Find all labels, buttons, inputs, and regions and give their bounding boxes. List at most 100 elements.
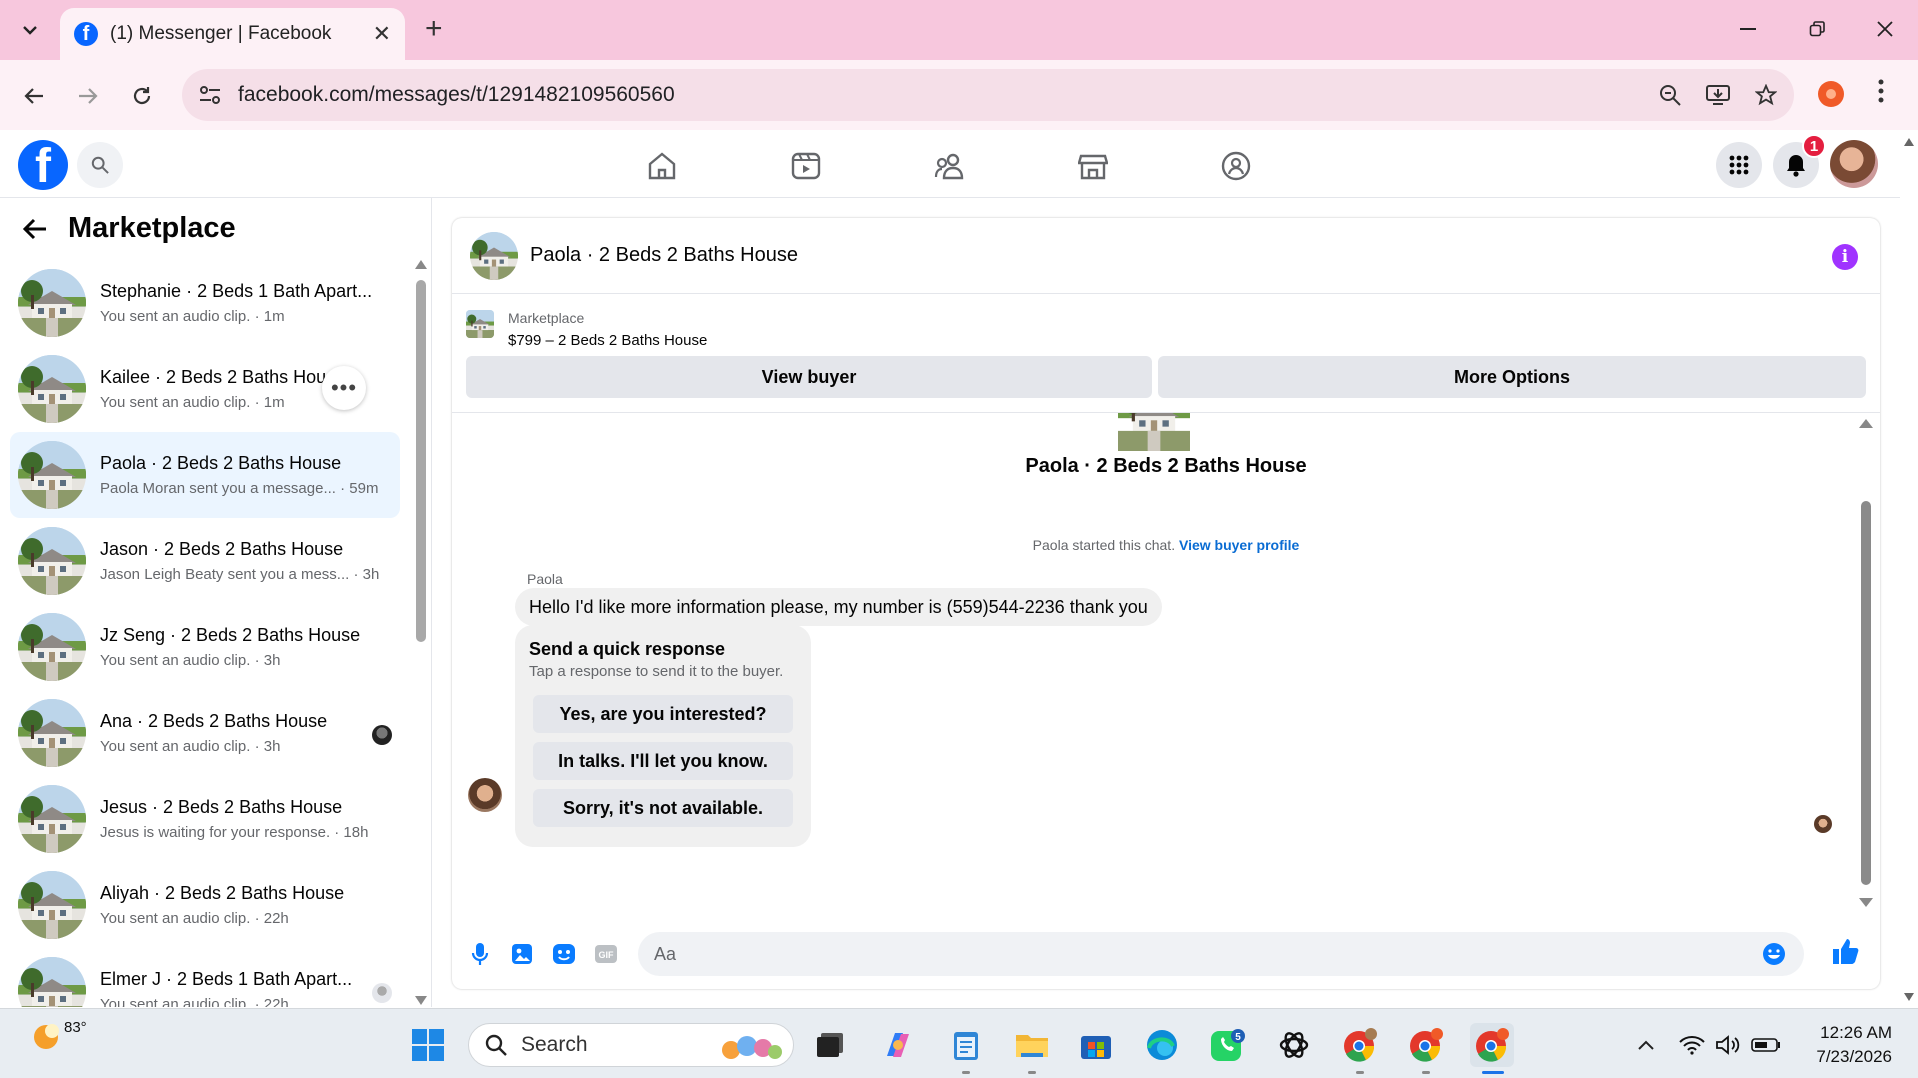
conversation-item[interactable]: Jason · 2 Beds 2 Baths House Jason Leigh … — [10, 518, 400, 604]
browser-menu-button[interactable] — [1878, 78, 1884, 104]
url-text[interactable]: facebook.com/messages/t/1291482109560560 — [238, 83, 1650, 107]
taskbar-search-placeholder: Search — [521, 1033, 588, 1056]
nav-groups[interactable] — [1214, 144, 1258, 188]
seen-avatar — [372, 725, 392, 745]
more-options-button[interactable]: More Options — [1158, 356, 1866, 398]
conversation-name: Stephanie · 2 Beds 1 Bath Apart... — [100, 281, 373, 301]
svg-text:GIF: GIF — [599, 950, 615, 960]
listing-banner[interactable]: Marketplace $799 – 2 Beds 2 Baths House — [466, 310, 707, 349]
info-icon[interactable]: i — [1832, 244, 1858, 270]
zoom-button[interactable] — [1650, 75, 1690, 115]
start-button[interactable] — [406, 1023, 450, 1067]
thread-scrollbar[interactable] — [1856, 413, 1876, 916]
menu-button[interactable] — [1716, 142, 1762, 188]
restore-button[interactable] — [1802, 14, 1832, 44]
microphone-icon — [471, 943, 489, 965]
browser-tab[interactable]: f (1) Messenger | Facebook ✕ — [60, 8, 405, 60]
facebook-search-button[interactable] — [77, 142, 123, 188]
battery-button[interactable] — [1744, 1023, 1788, 1067]
chevron-up-icon — [1638, 1040, 1654, 1050]
quick-response-not-available[interactable]: Sorry, it's not available. — [533, 789, 793, 827]
facebook-logo-icon[interactable]: f — [18, 140, 68, 190]
quick-response-yes[interactable]: Yes, are you interested? — [533, 695, 793, 733]
conversation-options-button[interactable]: ••• — [322, 366, 366, 410]
task-view-icon — [817, 1033, 843, 1057]
thumbs-up-icon[interactable] — [1830, 936, 1860, 966]
nav-friends[interactable] — [928, 144, 972, 188]
show-hidden-icons-button[interactable] — [1624, 1023, 1668, 1067]
gif-button[interactable]: GIF — [588, 936, 624, 972]
scrollbar-thumb[interactable] — [416, 280, 426, 642]
chrome-button-1[interactable] — [1338, 1023, 1382, 1067]
profile-avatar[interactable] — [1830, 140, 1878, 188]
install-app-button[interactable] — [1698, 75, 1738, 115]
listing-thumbnail — [18, 269, 86, 337]
chat-avatar[interactable] — [470, 231, 518, 280]
tab-search-button[interactable] — [10, 12, 50, 48]
scrollbar-thumb[interactable] — [1861, 501, 1871, 885]
view-buyer-profile-link[interactable]: View buyer profile — [1179, 537, 1299, 553]
close-tab-icon[interactable]: ✕ — [373, 21, 391, 47]
chrome-button-3-active[interactable] — [1470, 1023, 1514, 1067]
conversation-item[interactable]: Aliyah · 2 Beds 2 Baths House You sent an… — [10, 862, 400, 948]
running-indicator — [962, 1071, 970, 1074]
message-bubble[interactable]: Hello I'd like more information please, … — [515, 588, 1162, 626]
reload-button[interactable] — [126, 80, 158, 112]
back-arrow-icon[interactable] — [22, 218, 48, 240]
conversation-item[interactable]: Stephanie · 2 Beds 1 Bath Apart... You se… — [10, 260, 400, 346]
system-clock[interactable]: 12:26 AM 7/23/2026 — [1800, 1021, 1892, 1069]
sidebar-scrollbar[interactable] — [414, 260, 428, 1005]
chatgpt-button[interactable] — [1272, 1023, 1316, 1067]
attach-photo-button[interactable] — [504, 936, 540, 972]
site-settings-icon[interactable] — [198, 84, 222, 106]
scroll-up-icon — [1904, 138, 1914, 146]
running-indicator — [1028, 1071, 1036, 1074]
quick-response-in-talks[interactable]: In talks. I'll let you know. — [533, 742, 793, 780]
conversation-preview: You sent an audio clip. · 22h — [100, 996, 289, 1007]
sticker-button[interactable] — [546, 936, 582, 972]
emoji-icon[interactable] — [1762, 942, 1786, 966]
edge-button[interactable] — [1140, 1023, 1184, 1067]
notepad-button[interactable] — [944, 1023, 988, 1067]
close-window-button[interactable] — [1870, 14, 1900, 44]
weather-widget[interactable]: 83° — [30, 1019, 87, 1053]
extension-icon[interactable] — [1818, 81, 1844, 107]
image-icon — [512, 944, 532, 964]
listing-thumbnail — [18, 871, 86, 939]
back-button[interactable] — [18, 80, 50, 112]
close-icon — [1877, 21, 1893, 37]
forward-button[interactable] — [72, 80, 104, 112]
conversation-item[interactable]: Elmer J · 2 Beds 1 Bath Apart... You sent… — [10, 948, 400, 1007]
minimize-button[interactable] — [1733, 14, 1763, 44]
file-explorer-button[interactable] — [1010, 1023, 1054, 1067]
address-bar[interactable]: facebook.com/messages/t/1291482109560560 — [182, 69, 1794, 121]
weather-sun-icon — [34, 1024, 59, 1049]
nav-video[interactable] — [784, 144, 828, 188]
message-input[interactable]: Aa — [638, 932, 1804, 976]
listing-label: Marketplace — [508, 310, 585, 326]
conversation-item-active[interactable]: Paola · 2 Beds 2 Baths House Paola Moran … — [10, 432, 400, 518]
bookmark-button[interactable] — [1746, 75, 1786, 115]
nav-home[interactable] — [640, 144, 684, 188]
task-view-button[interactable] — [808, 1023, 852, 1067]
seen-avatar — [1814, 815, 1832, 833]
voice-clip-button[interactable] — [462, 936, 498, 972]
gif-icon: GIF — [595, 945, 617, 963]
conversation-item[interactable]: Jesus · 2 Beds 2 Baths House Jesus is wai… — [10, 776, 400, 862]
taskbar-search[interactable]: Search — [468, 1023, 794, 1067]
chat-title[interactable]: Paola · 2 Beds 2 Baths House — [530, 244, 798, 267]
view-buyer-button[interactable]: View buyer — [466, 356, 1152, 398]
message-composer: GIF Aa — [452, 928, 1880, 980]
nav-marketplace[interactable] — [1071, 144, 1115, 188]
conversation-item[interactable]: Kailee · 2 Beds 2 Baths House You sent an… — [10, 346, 400, 432]
minimize-icon — [1740, 28, 1756, 30]
conversation-item[interactable]: Ana · 2 Beds 2 Baths House You sent an au… — [10, 690, 400, 776]
copilot-button[interactable] — [876, 1023, 920, 1067]
page-scrollbar[interactable] — [1900, 130, 1918, 1007]
running-indicator — [1356, 1071, 1364, 1074]
conversation-item[interactable]: Jz Seng · 2 Beds 2 Baths House You sent a… — [10, 604, 400, 690]
chrome-button-2[interactable] — [1404, 1023, 1448, 1067]
new-tab-button[interactable]: + — [425, 14, 443, 44]
store-button[interactable] — [1074, 1023, 1118, 1067]
whatsapp-button[interactable]: 5 — [1206, 1023, 1250, 1067]
